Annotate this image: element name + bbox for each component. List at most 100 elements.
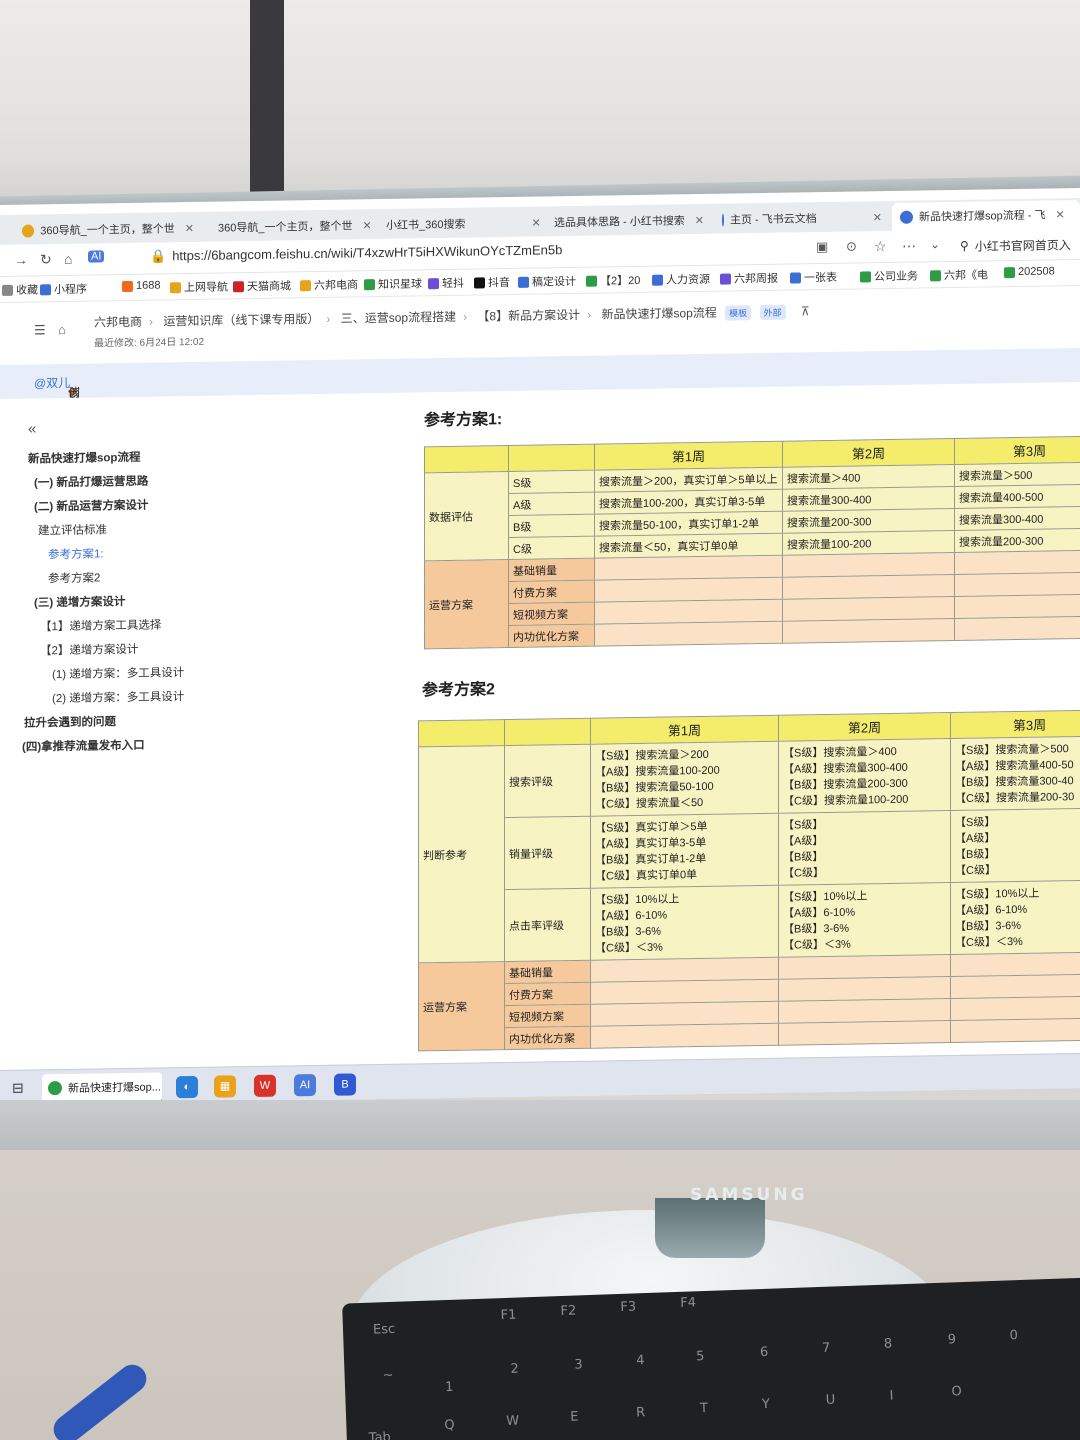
table-cell[interactable]	[778, 998, 951, 1024]
breadcrumb-item[interactable]: 六邦电商	[94, 315, 142, 330]
bookmark-item[interactable]: 1688	[122, 279, 160, 292]
toc-item[interactable]: 拉升会遇到的问题	[24, 713, 116, 730]
toc-item[interactable]: (二) 新品运营方案设计	[34, 497, 148, 515]
table-cell[interactable]: 搜索流量50-100，真实订单1-2单	[594, 511, 783, 537]
close-tab-icon[interactable]: ✕	[1056, 208, 1065, 221]
table-cell[interactable]: 搜索流量100-200，真实订单3-5单	[594, 489, 783, 515]
bookmark-item[interactable]: 六邦《电	[930, 266, 988, 283]
level-cell[interactable]: C级	[508, 536, 595, 560]
bookmark-item[interactable]: 轻抖	[428, 275, 464, 292]
rating-row-label[interactable]: 点击率评级	[504, 888, 591, 962]
store-icon[interactable]: ▦	[214, 1075, 236, 1098]
ops-row-label[interactable]: 付费方案	[508, 580, 595, 604]
table-cell[interactable]	[950, 1018, 1080, 1043]
home-icon[interactable]: ⌂	[58, 322, 66, 337]
star-icon[interactable]: ☆	[874, 238, 887, 255]
chevron-down-icon[interactable]: ⌄	[930, 237, 940, 251]
table-cell[interactable]	[950, 952, 1080, 977]
bookmark-item[interactable]: 稿定设计	[518, 273, 576, 290]
table-cell[interactable]	[954, 572, 1080, 597]
table-cell[interactable]	[954, 550, 1080, 575]
rating-row-label[interactable]: 搜索评级	[504, 744, 591, 818]
browser-tab-active[interactable]: 新品快速打爆sop流程 - 飞 ✕	[892, 200, 1080, 231]
bookmark-item[interactable]: 六邦电商	[300, 276, 358, 293]
table-cell[interactable]: 【S级】搜索流量＞500 【A级】搜索流量400-50 【B级】搜索流量300-…	[950, 736, 1080, 811]
toc-item[interactable]: (一) 新品打爆运营思路	[34, 473, 148, 491]
table-cell[interactable]: 【S级】 【A级】 【B级】 【C级】	[950, 808, 1080, 883]
toc-item[interactable]: 参考方案1:	[48, 545, 104, 562]
collapse-sidebar-icon[interactable]: «	[28, 420, 36, 437]
table-cell[interactable]: 搜索流量300-400	[782, 486, 955, 512]
table-cell[interactable]: 搜索流量200-300	[954, 528, 1080, 553]
breadcrumb-item[interactable]: 运营知识库（线下课专用版）	[163, 312, 319, 328]
toc-toggle-icon[interactable]: ☰	[34, 322, 46, 338]
table-cell[interactable]	[782, 552, 955, 578]
ops-row-label[interactable]: 短视频方案	[508, 602, 595, 626]
week-header[interactable]: 第3周	[954, 436, 1080, 465]
table-cell[interactable]	[782, 574, 955, 600]
bookmark-item[interactable]: 【2】20	[586, 272, 640, 289]
search-input[interactable]: ⚲ 小红书官网首页入	[960, 232, 1080, 258]
level-cell[interactable]: A级	[508, 492, 595, 516]
row-group-label[interactable]: 判断参考	[418, 745, 505, 963]
pin-icon[interactable]: ⊼	[801, 304, 810, 318]
week-header[interactable]: 第2周	[778, 712, 951, 742]
breadcrumb-item[interactable]: 三、运营sop流程搭建	[341, 310, 456, 326]
location-icon[interactable]: ⊙	[846, 239, 857, 255]
week-header[interactable]: 第2周	[782, 438, 955, 468]
table-cell[interactable]	[954, 594, 1080, 619]
toc-item[interactable]: 参考方案2	[48, 569, 100, 586]
bookmark-item[interactable]: 抖音	[474, 274, 510, 291]
banner-user-link[interactable]: @双儿	[34, 376, 70, 391]
reload-icon[interactable]: ↻	[40, 251, 52, 268]
ops-row-label[interactable]: 付费方案	[504, 982, 591, 1006]
rating-row-label[interactable]: 销量评级	[504, 816, 591, 890]
edge-icon[interactable]: ◐	[176, 1075, 198, 1099]
close-tab-icon[interactable]: ✕	[695, 213, 704, 226]
bookmark-item[interactable]: 收藏	[2, 281, 38, 298]
table-cell[interactable]: 【S级】搜索流量＞200 【A级】搜索流量100-200 【B级】搜索流量50-…	[590, 741, 779, 817]
bookmark-item[interactable]: 知识星球	[364, 275, 422, 292]
table-cell[interactable]: 【S级】10%以上 【A级】6-10% 【B级】3-6% 【C级】＜3%	[950, 880, 1080, 955]
bookmark-item[interactable]: 一张表	[790, 269, 837, 286]
table-cell[interactable]: 搜索流量400-500	[954, 484, 1080, 509]
table-cell[interactable]	[594, 599, 783, 625]
wps-icon[interactable]: W	[254, 1074, 276, 1098]
table-cell[interactable]	[424, 445, 509, 473]
ops-row-label[interactable]: 基础销量	[504, 960, 591, 984]
bookmark-item[interactable]: 天猫商城	[233, 277, 291, 294]
toc-item[interactable]: 新品快速打爆sop流程	[28, 449, 140, 467]
table-cell[interactable]	[594, 555, 783, 581]
table-cell[interactable]	[778, 976, 951, 1002]
task-view-icon[interactable]: ⊟	[12, 1080, 24, 1097]
table-cell[interactable]: 【S级】真实订单＞5单 【A级】真实订单3-5单 【B级】真实订单1-2单 【C…	[590, 813, 779, 889]
level-cell[interactable]: B级	[508, 514, 595, 538]
table-cell[interactable]: 搜索流量＞400	[782, 464, 955, 490]
table-cell[interactable]	[594, 577, 783, 603]
bookmark-item[interactable]: 六邦周报	[720, 270, 778, 287]
ops-row-label[interactable]: 基础销量	[508, 558, 595, 582]
url-field[interactable]: 🔒 https://6bangcom.feishu.cn/wiki/T4xzwHr…	[150, 242, 562, 264]
table-cell[interactable]	[950, 974, 1080, 999]
table-cell[interactable]	[504, 718, 591, 746]
table-cell[interactable]: 【S级】 【A级】 【B级】 【C级】	[778, 810, 951, 886]
table-cell[interactable]	[778, 1020, 951, 1046]
table-cell[interactable]: 【S级】搜索流量＞400 【A级】搜索流量300-400 【B级】搜索流量200…	[778, 738, 951, 814]
table-cell[interactable]	[590, 979, 779, 1005]
week-header[interactable]: 第1周	[594, 441, 783, 471]
level-cell[interactable]: S级	[508, 470, 595, 494]
close-tab-icon[interactable]: ✕	[873, 211, 882, 224]
table-cell[interactable]	[590, 1023, 779, 1049]
table-cell[interactable]: 【S级】10%以上 【A级】6-10% 【B级】3-6% 【C级】＜3%	[778, 882, 951, 958]
table-cell[interactable]	[782, 596, 955, 622]
table-cell[interactable]	[950, 996, 1080, 1021]
toc-item[interactable]: (1) 递增方案：多工具设计	[52, 664, 184, 682]
browser-tab[interactable]: 小红书_360搜索 ✕	[372, 209, 540, 240]
toc-item[interactable]: 建立评估标准	[38, 521, 107, 538]
bookmark-item[interactable]: 小程序	[40, 281, 87, 298]
table-cell[interactable]: 搜索流量200-300	[782, 508, 955, 534]
home-icon[interactable]: ⌂	[64, 251, 72, 267]
table-cell[interactable]: 搜索流量300-400	[954, 506, 1080, 531]
ai-icon[interactable]: AI	[88, 250, 105, 263]
toc-item[interactable]: (三) 递增方案设计	[34, 593, 125, 610]
